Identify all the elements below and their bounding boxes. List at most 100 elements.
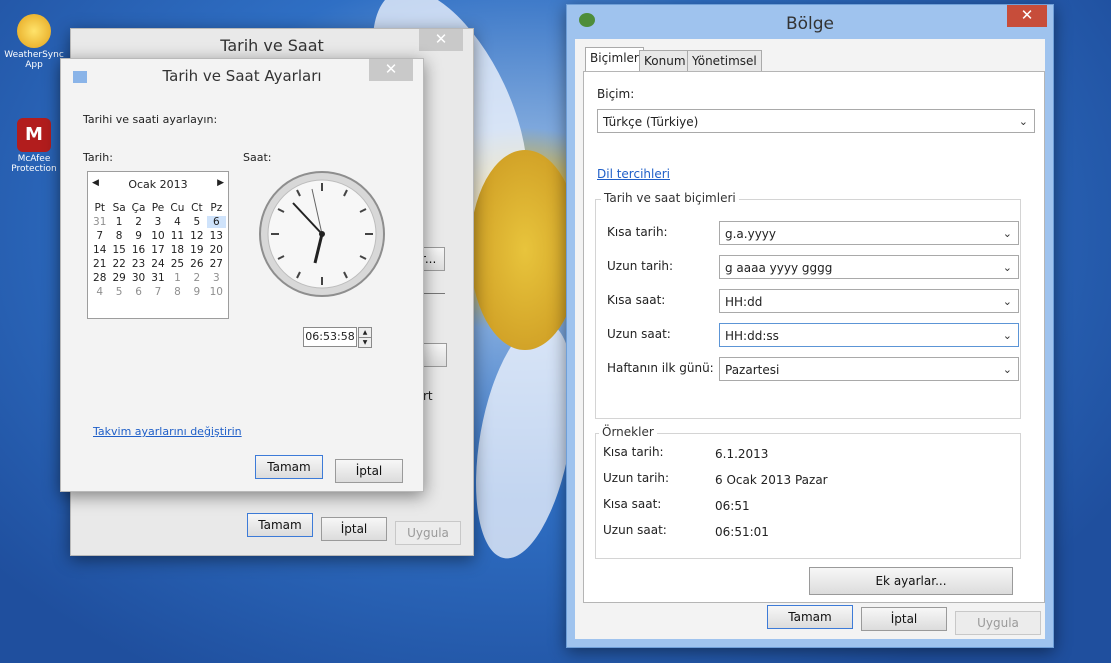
language-preferences-link[interactable]: Dil tercihleri (597, 167, 670, 181)
time-input[interactable]: 06:53:58 (303, 327, 357, 347)
format-label: Biçim: (597, 87, 635, 101)
long-date-select[interactable]: g aaaa yyyy gggg ⌄ (719, 255, 1019, 279)
calendar-day-selected[interactable]: 6 (206, 216, 226, 228)
region-dialog-title: Bölge (785, 14, 835, 34)
calendar-day[interactable]: 8 (109, 230, 128, 242)
calendar-day[interactable]: 17 (148, 244, 167, 256)
calendar-day[interactable]: 2 (129, 216, 148, 228)
day-header: Ct (191, 202, 203, 214)
outer-cancel-button[interactable]: İptal (321, 517, 387, 541)
calendar-day[interactable]: 3 (148, 216, 167, 228)
calendar-day[interactable]: 5 (187, 216, 206, 228)
date-time-settings-dialog: Tarih ve Saat Ayarları ✕ Tarihi ve saati… (60, 58, 424, 492)
calendar-day[interactable]: 3 (207, 272, 226, 284)
calendar-settings-link[interactable]: Takvim ayarlarını değiştirin (93, 425, 242, 438)
calendar-day[interactable]: 25 (168, 258, 187, 270)
desktop-icon-mcafee[interactable]: M McAfee Protection (4, 118, 64, 174)
calendar-day[interactable]: 31 (148, 272, 167, 284)
settings-ok-button[interactable]: Tamam (255, 455, 323, 479)
day-header: Pe (151, 202, 165, 214)
calendar-day[interactable]: 20 (207, 244, 226, 256)
day-header: Cu (170, 202, 185, 214)
day-header: Pt (94, 202, 105, 214)
time-spinner-down-icon[interactable]: ▼ (358, 337, 372, 348)
calendar-day[interactable]: 16 (129, 244, 148, 256)
long-time-label: Uzun saat: (607, 327, 671, 341)
chevron-down-icon: ⌄ (1002, 227, 1012, 240)
region-close-icon[interactable]: ✕ (1007, 5, 1047, 27)
calendar-widget[interactable]: ◀ Ocak 2013 ▶ Pt Sa Ça Pe Cu Ct Pz 31 1 … (87, 171, 229, 319)
example-long-time-value: 06:51:01 (715, 525, 769, 539)
examples-group-title: Örnekler (599, 425, 657, 439)
settings-cancel-button[interactable]: İptal (335, 459, 403, 483)
format-select[interactable]: Türkçe (Türkiye) ⌄ (597, 109, 1035, 133)
region-cancel-button[interactable]: İptal (861, 607, 947, 631)
next-month-icon[interactable]: ▶ (217, 178, 224, 188)
day-header: Sa (112, 202, 126, 214)
calendar-day[interactable]: 24 (148, 258, 167, 270)
calendar-day[interactable]: 10 (207, 286, 226, 298)
first-day-select[interactable]: Pazartesi ⌄ (719, 357, 1019, 381)
chevron-down-icon: ⌄ (1002, 295, 1012, 308)
outer-ok-button[interactable]: Tamam (247, 513, 313, 537)
calendar-day[interactable]: 9 (129, 230, 148, 242)
calendar-day[interactable]: 4 (168, 216, 187, 228)
short-date-value: g.a.yyyy (725, 227, 777, 241)
example-long-date-value: 6 Ocak 2013 Pazar (715, 473, 828, 487)
first-day-value: Pazartesi (725, 363, 780, 377)
calendar-day[interactable]: 4 (90, 286, 109, 298)
outer-close-icon[interactable]: ✕ (419, 29, 463, 51)
calendar-day[interactable]: 15 (109, 244, 128, 256)
formats-group-title: Tarih ve saat biçimleri (601, 191, 739, 205)
additional-settings-button[interactable]: Ek ayarlar... (809, 567, 1013, 595)
calendar-day[interactable]: 7 (90, 230, 109, 242)
calendar-day[interactable]: 29 (109, 272, 128, 284)
region-dialog: Bölge ✕ Biçimler Konum Yönetimsel Biçim:… (566, 4, 1054, 648)
settings-close-icon[interactable]: ✕ (369, 59, 413, 81)
tab-administrative[interactable]: Yönetimsel (687, 50, 762, 71)
region-ok-button[interactable]: Tamam (767, 605, 853, 629)
calendar-day[interactable]: 14 (90, 244, 109, 256)
calendar-day[interactable]: 1 (109, 216, 128, 228)
calendar-day[interactable]: 6 (129, 286, 148, 298)
calendar-day[interactable]: 11 (168, 230, 187, 242)
calendar-month-label[interactable]: Ocak 2013 (88, 178, 228, 191)
tab-formats[interactable]: Biçimler (585, 47, 644, 71)
long-date-value: g aaaa yyyy gggg (725, 261, 833, 275)
calendar-day[interactable]: 30 (129, 272, 148, 284)
long-time-select[interactable]: HH:dd:ss ⌄ (719, 323, 1019, 347)
calendar-day[interactable]: 22 (109, 258, 128, 270)
calendar-day[interactable]: 2 (187, 272, 206, 284)
calendar-day[interactable]: 12 (187, 230, 206, 242)
calendar-day[interactable]: 31 (90, 216, 109, 228)
calendar-day[interactable]: 5 (109, 286, 128, 298)
calendar-day[interactable]: 1 (168, 272, 187, 284)
calendar-day[interactable]: 21 (90, 258, 109, 270)
first-day-label: Haftanın ilk günü: (607, 361, 714, 375)
calendar-day[interactable]: 27 (207, 258, 226, 270)
calendar-day[interactable]: 10 (148, 230, 167, 242)
chevron-down-icon: ⌄ (1002, 329, 1012, 342)
calendar-day[interactable]: 13 (207, 230, 226, 242)
calendar-day[interactable]: 7 (148, 286, 167, 298)
outer-apply-button: Uygula (395, 521, 461, 545)
format-select-value: Türkçe (Türkiye) (603, 115, 699, 129)
region-apply-button: Uygula (955, 611, 1041, 635)
instruction-text: Tarihi ve saati ayarlayın: (83, 113, 218, 126)
chevron-down-icon: ⌄ (1018, 115, 1028, 128)
desktop-icon-weathersync[interactable]: WeatherSync App (4, 14, 64, 70)
calendar-day[interactable]: 28 (90, 272, 109, 284)
short-time-select[interactable]: HH:dd ⌄ (719, 289, 1019, 313)
short-date-select[interactable]: g.a.yyyy ⌄ (719, 221, 1019, 245)
calendar-day[interactable]: 19 (187, 244, 206, 256)
calendar-day[interactable]: 26 (187, 258, 206, 270)
region-app-icon (579, 13, 595, 27)
sync-app-icon (17, 14, 51, 48)
calendar-day[interactable]: 8 (168, 286, 187, 298)
tab-location[interactable]: Konum (639, 50, 691, 71)
calendar-day[interactable]: 23 (129, 258, 148, 270)
example-long-time-label: Uzun saat: (603, 523, 667, 537)
example-short-date-value: 6.1.2013 (715, 447, 769, 461)
calendar-day[interactable]: 9 (187, 286, 206, 298)
calendar-day[interactable]: 18 (168, 244, 187, 256)
